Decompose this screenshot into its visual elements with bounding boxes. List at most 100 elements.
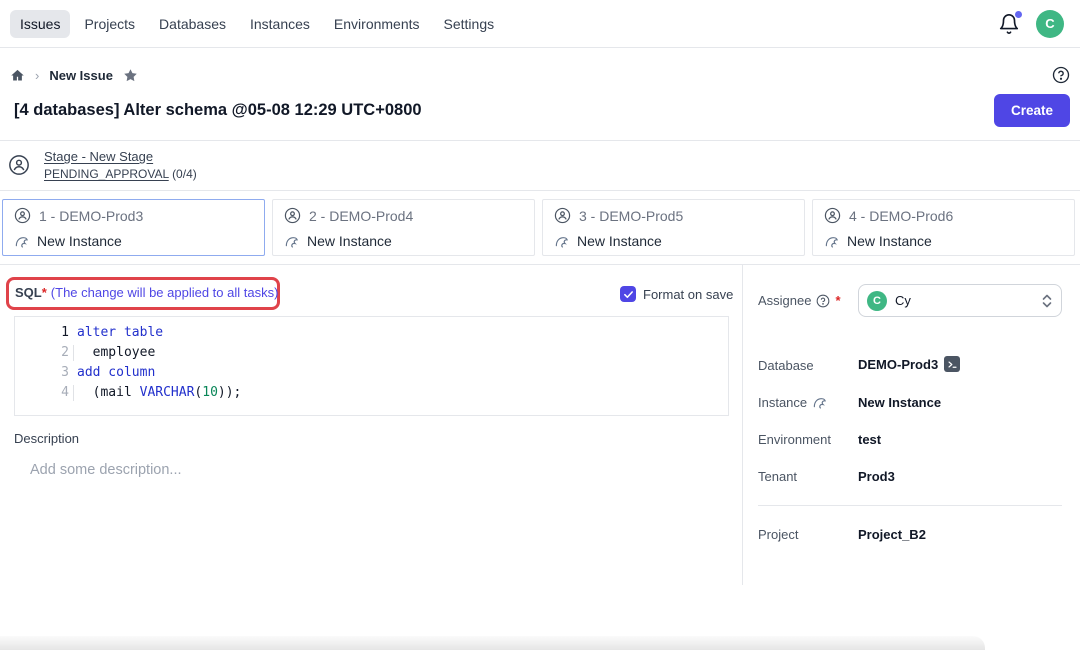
sql-required-mark: * [42,285,47,300]
code-line-4[interactable]: 4 (mail VARCHAR(10)); [15,383,728,403]
indent-guide [73,345,74,361]
sql-note: (The change will be applied to all tasks… [51,285,279,300]
assignee-help-icon[interactable] [816,294,830,308]
new-issue-page: Issues Projects Databases Instances Envi… [0,0,1080,650]
vertical-divider [742,265,743,585]
task-card-label: 4 - DEMO-Prod6 [849,208,953,224]
stage-status-line: PENDING_APPROVAL (0/4) [44,167,197,181]
code-line-2[interactable]: 2 employee [15,343,728,363]
assignee-select[interactable]: C Cy [858,284,1062,317]
nav-item-projects[interactable]: Projects [74,10,145,38]
stage-status-link[interactable]: PENDING_APPROVAL [44,167,169,181]
help-icon[interactable] [1052,66,1070,84]
database-value-row: DEMO-Prod3 [858,356,960,372]
divider [0,140,1080,141]
topbar-right: C [998,10,1070,38]
line-number: 3 [15,363,69,383]
sql-keyword: VARCHAR [140,385,195,400]
chevron-right-icon: › [35,68,39,83]
database-value: DEMO-Prod3 [858,357,938,372]
format-on-save-control[interactable]: Format on save [620,286,733,302]
assignee-required-mark: * [835,293,840,308]
person-circle-icon [554,207,571,224]
mysql-dolphin-icon [284,234,299,249]
code-line-1[interactable]: 1 alter table [15,323,728,343]
project-label: Project [758,527,798,542]
nav-item-issues[interactable]: Issues [10,10,70,38]
tenant-label: Tenant [758,469,797,484]
task-card-3[interactable]: 3 - DEMO-Prod5 New Instance [542,199,805,256]
sql-keyword: add column [77,365,155,380]
user-avatar[interactable]: C [1036,10,1064,38]
nav-item-environments[interactable]: Environments [324,10,430,38]
code-line-3[interactable]: 3 add column [15,363,728,383]
description-input[interactable]: Add some description... [30,462,182,478]
task-card-instance: New Instance [847,233,932,249]
task-card-instance: New Instance [577,233,662,249]
line-number: 4 [15,383,69,403]
mysql-dolphin-icon [14,234,29,249]
sql-text: )); [218,385,241,400]
stage-section: Stage - New Stage PENDING_APPROVAL (0/4) [8,149,197,181]
mysql-dolphin-icon [554,234,569,249]
sidebar-divider [758,505,1062,506]
line-number: 1 [15,323,69,343]
select-chevrons-icon [1041,293,1053,309]
notification-dot [1015,11,1022,18]
tenant-value: Prod3 [858,469,895,484]
sql-keyword: alter table [77,325,163,340]
create-button[interactable]: Create [994,94,1070,127]
task-card-label: 1 - DEMO-Prod3 [39,208,143,224]
page-title: [4 databases] Alter schema @05-08 12:29 … [14,94,422,120]
stage-name-link[interactable]: Stage - New Stage [44,149,197,164]
task-card-1[interactable]: 1 - DEMO-Prod3 New Instance [2,199,265,256]
sql-text: (mail [77,385,140,400]
task-card-label: 2 - DEMO-Prod4 [309,208,413,224]
instance-label-row: Instance [758,395,827,410]
sql-code-editor[interactable]: 1 alter table 2 employee 3 add column 4 … [14,316,729,416]
format-on-save-label: Format on save [643,287,733,302]
line-number: 2 [15,343,69,363]
sql-number: 10 [202,385,218,400]
task-card-4[interactable]: 4 - DEMO-Prod6 New Instance [812,199,1075,256]
person-circle-icon [14,207,31,224]
task-cards: 1 - DEMO-Prod3 New Instance 2 - DEMO-Pro… [2,199,1075,256]
stage-progress: (0/4) [172,167,197,181]
instance-label: Instance [758,395,807,410]
environment-label: Environment [758,432,831,447]
assignee-value: Cy [895,293,911,308]
window-bottom-edge [0,636,985,650]
person-circle-icon [284,207,301,224]
breadcrumb-current: New Issue [49,68,113,83]
mysql-dolphin-icon [824,234,839,249]
nav-item-instances[interactable]: Instances [240,10,320,38]
indent-guide [73,385,74,401]
description-label: Description [14,431,79,446]
task-card-2[interactable]: 2 - DEMO-Prod4 New Instance [272,199,535,256]
notification-bell-icon[interactable] [998,13,1020,35]
sql-label: SQL [15,285,42,300]
nav-item-databases[interactable]: Databases [149,10,236,38]
environment-value: test [858,432,881,447]
breadcrumb: › New Issue [0,60,1080,90]
task-card-instance: New Instance [37,233,122,249]
database-label: Database [758,358,814,373]
sql-label-line: SQL* (The change will be applied to all t… [15,285,278,300]
sql-identifier: employee [77,345,155,360]
nav-item-settings[interactable]: Settings [434,10,505,38]
sql-console-icon[interactable] [944,356,960,372]
format-on-save-checkbox[interactable] [620,286,636,302]
nav-items: Issues Projects Databases Instances Envi… [10,10,504,38]
divider [0,264,1080,265]
project-value[interactable]: Project_B2 [858,527,926,542]
home-icon[interactable] [10,68,25,83]
assignee-label: Assignee * [758,293,841,308]
assignee-label-text: Assignee [758,293,811,308]
assignee-avatar: C [867,291,887,311]
top-navigation-bar: Issues Projects Databases Instances Envi… [0,0,1080,48]
favorite-star-icon[interactable] [123,68,138,83]
task-card-instance: New Instance [307,233,392,249]
instance-value: New Instance [858,395,941,410]
stage-texts: Stage - New Stage PENDING_APPROVAL (0/4) [44,149,197,181]
divider [0,190,1080,191]
